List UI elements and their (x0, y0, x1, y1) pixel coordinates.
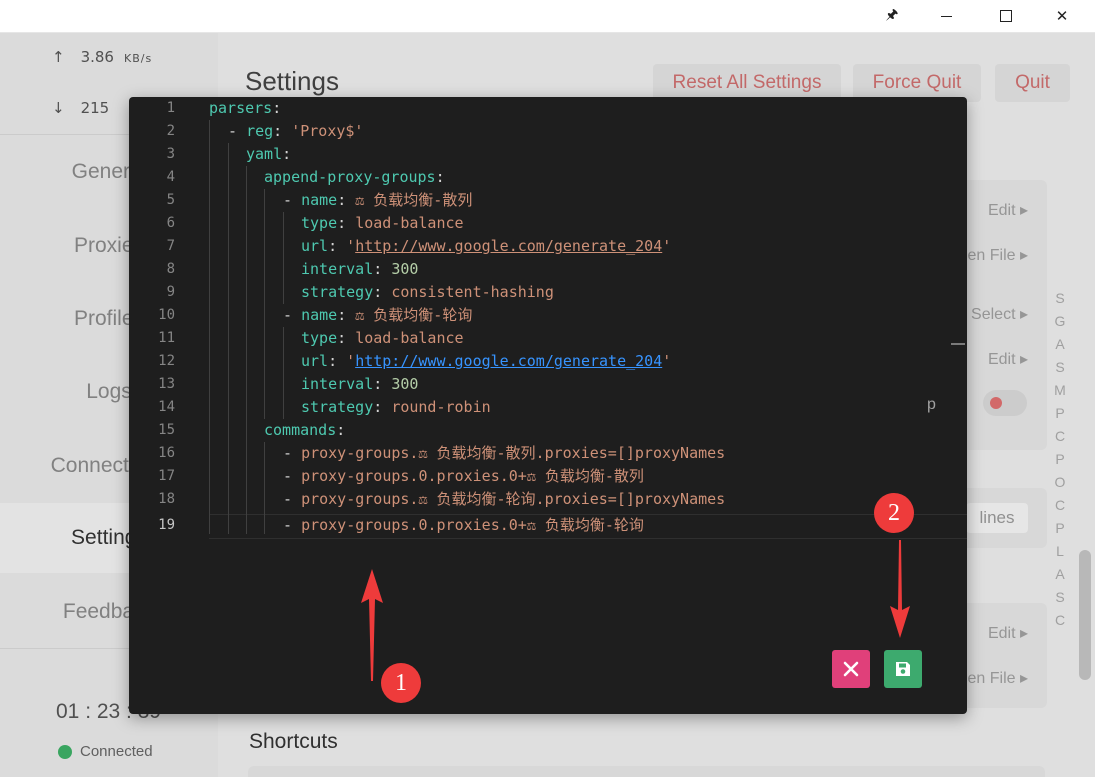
annotation-arrow-1 (361, 569, 383, 681)
code-line: - name: ⚖ 负载均衡-轮询 (283, 306, 473, 324)
line-number: 1 (166, 100, 175, 116)
line-number: 13 (158, 376, 175, 392)
yaml-value: proxy-groups.⚖ 负载均衡-散列.proxies=[]proxyNa… (301, 444, 726, 462)
line-number: 5 (166, 192, 175, 208)
code-line: - proxy-groups.0.proxies.0+⚖ 负载均衡-轮询 (283, 516, 644, 534)
code-line: type: load-balance (301, 214, 464, 232)
indent-guide (283, 212, 284, 304)
maximize-button[interactable] (983, 0, 1029, 32)
code-line: - proxy-groups.0.proxies.0+⚖ 负载均衡-散列 (283, 467, 644, 485)
annotation-badge-1: 1 (381, 663, 421, 703)
background-text-fragment: p (927, 396, 936, 413)
close-icon (843, 661, 859, 677)
yaml-key: type (301, 329, 338, 347)
yaml-value: load-balance (355, 329, 464, 347)
url-link[interactable]: http://www.google.com/generate_204 (355, 352, 662, 370)
code-line: - proxy-groups.⚖ 负载均衡-散列.proxies=[]proxy… (283, 444, 726, 462)
pin-button[interactable]: 🖈 (869, 0, 915, 32)
window-title-bar: 🖈 ✕ (0, 0, 1095, 33)
code-line: append-proxy-groups: (264, 168, 445, 186)
yaml-value: consistent-hashing (391, 283, 554, 301)
indent-guide (228, 143, 229, 534)
maximize-icon (1000, 10, 1012, 22)
code-line: yaml: (246, 145, 292, 163)
code-line: parsers: (209, 99, 282, 117)
cancel-button[interactable] (832, 650, 870, 688)
line-number: 16 (158, 445, 175, 461)
code-line: interval: 300 (301, 375, 419, 393)
indent-guide (264, 189, 265, 419)
url-link[interactable]: http://www.google.com/generate_204 (355, 237, 662, 255)
annotation-arrow-2 (890, 540, 910, 638)
yaml-key: strategy (301, 283, 374, 301)
yaml-key: interval (301, 375, 374, 393)
yaml-value: proxy-groups.⚖ 负载均衡-轮询.proxies=[]proxyNa… (301, 490, 726, 508)
yaml-editor-modal[interactable]: 1 2 3 4 5 6 7 8 9 10 11 12 13 14 15 16 1… (129, 97, 967, 714)
close-icon: ✕ (1055, 7, 1069, 25)
yaml-value: ⚖ 负载均衡-散列 (355, 191, 473, 209)
yaml-key: commands (264, 421, 337, 439)
indent-guide (264, 442, 265, 534)
yaml-number: 300 (391, 260, 419, 278)
line-number: 18 (158, 491, 175, 507)
yaml-key: url (301, 237, 329, 255)
code-line: url: 'http://www.google.com/generate_204… (301, 237, 672, 255)
line-number: 11 (158, 330, 175, 346)
save-button[interactable] (884, 650, 922, 688)
yaml-key: yaml (246, 145, 283, 163)
code-line: - reg: 'Proxy$' (228, 122, 364, 140)
line-number: 14 (158, 399, 175, 415)
yaml-key: name (301, 306, 338, 324)
line-number: 6 (166, 215, 175, 231)
indent-guide (209, 120, 210, 534)
line-number: 3 (166, 146, 175, 162)
code-line: url: 'http://www.google.com/generate_204… (301, 352, 672, 370)
yaml-value: ⚖ 负载均衡-轮询 (355, 306, 473, 324)
yaml-key: interval (301, 260, 374, 278)
line-number: 10 (158, 307, 175, 323)
pin-icon: 🖈 (885, 7, 899, 23)
yaml-key: url (301, 352, 329, 370)
yaml-value: 'Proxy$' (291, 122, 364, 140)
indent-guide (246, 166, 247, 534)
yaml-key: append-proxy-groups (264, 168, 436, 186)
line-number: 12 (158, 353, 175, 369)
code-line: type: load-balance (301, 329, 464, 347)
yaml-key: parsers (209, 99, 273, 117)
yaml-key: strategy (301, 398, 374, 416)
line-number: 9 (166, 284, 175, 300)
line-number: 8 (166, 261, 175, 277)
yaml-number: 300 (391, 375, 419, 393)
yaml-key: name (301, 191, 338, 209)
code-line: - proxy-groups.⚖ 负载均衡-轮询.proxies=[]proxy… (283, 490, 726, 508)
yaml-key: type (301, 214, 338, 232)
yaml-value: proxy-groups.0.proxies.0+⚖ 负载均衡-散列 (301, 467, 644, 485)
minimize-button[interactable] (923, 0, 969, 32)
code-line: strategy: round-robin (301, 398, 491, 416)
yaml-value: load-balance (355, 214, 464, 232)
line-number: 4 (166, 169, 175, 185)
code-line: - name: ⚖ 负载均衡-散列 (283, 191, 473, 209)
code-line: interval: 300 (301, 260, 419, 278)
yaml-value: proxy-groups.0.proxies.0+⚖ 负载均衡-轮询 (301, 516, 644, 534)
yaml-value: round-robin (391, 398, 491, 416)
save-icon (896, 662, 910, 676)
line-number-current: 19 (158, 517, 175, 533)
annotation-badge-2: 2 (874, 493, 914, 533)
line-number: 2 (166, 123, 175, 139)
minimize-icon (940, 15, 952, 17)
code-line: commands: (264, 421, 346, 439)
editor-scrollbar[interactable] (951, 343, 965, 345)
line-number: 7 (166, 238, 175, 254)
line-number: 15 (158, 422, 175, 438)
code-line: strategy: consistent-hashing (301, 283, 554, 301)
close-window-button[interactable]: ✕ (1039, 0, 1085, 32)
line-number: 17 (158, 468, 175, 484)
indent-guide (283, 327, 284, 419)
yaml-key: reg (246, 122, 274, 140)
